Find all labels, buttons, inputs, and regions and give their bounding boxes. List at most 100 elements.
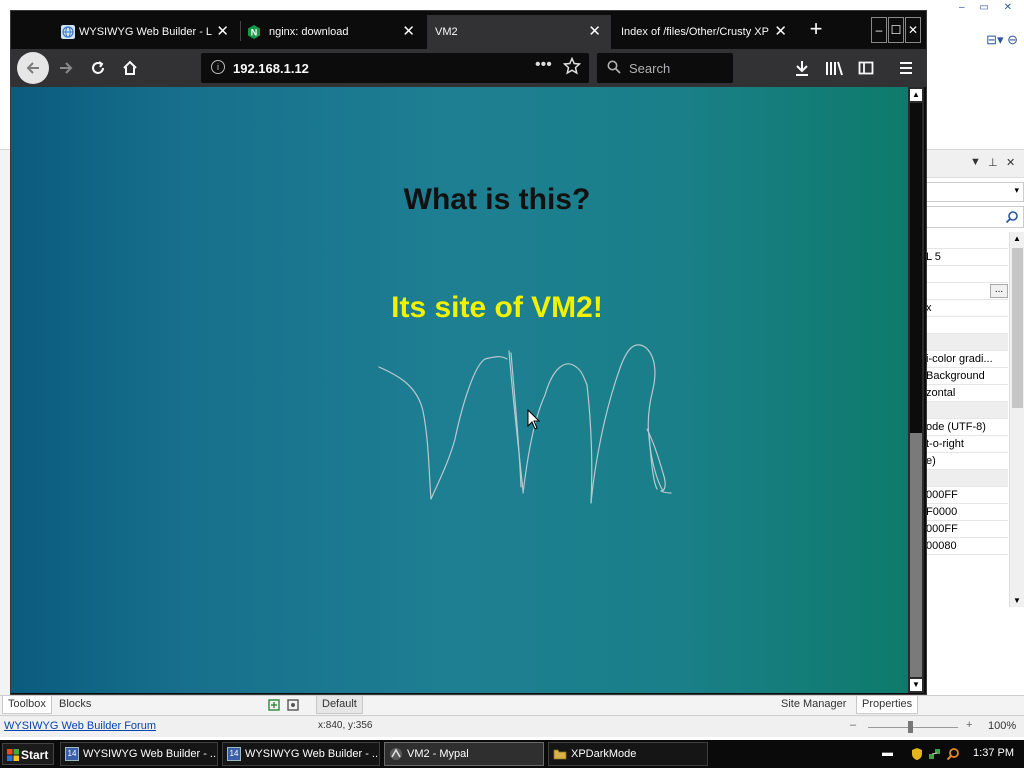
tab-site-manager[interactable]: Site Manager: [776, 696, 851, 714]
library-button[interactable]: [819, 53, 849, 83]
panel-pin-icon[interactable]: ⊥: [988, 156, 998, 169]
site-info-icon[interactable]: i: [211, 60, 225, 74]
property-row[interactable]: L 5: [926, 249, 1008, 266]
address-text[interactable]: 192.168.1.12: [233, 61, 309, 76]
nginx-icon: N: [248, 25, 260, 39]
start-button[interactable]: Start: [2, 743, 54, 765]
property-browse-button[interactable]: ...: [990, 284, 1008, 298]
tab-vm2[interactable]: VM2 ✕: [427, 15, 611, 49]
home-button[interactable]: [115, 53, 145, 83]
taskbar-item-wysiwyg-1[interactable]: 14 WYSIWYG Web Builder - ...: [60, 742, 218, 766]
properties-grid: L 5 x i-color gradi... Background zontal ode…: [926, 232, 1008, 555]
menu-button[interactable]: [891, 53, 921, 83]
hamburger-menu-icon: [900, 62, 912, 74]
property-row[interactable]: zontal: [926, 385, 1008, 402]
background-app-options-icon[interactable]: ⊟▾ ⊖: [986, 32, 1018, 48]
taskbar-item-xpdarkmode[interactable]: XPDarkMode: [548, 742, 708, 766]
properties-panel-header: ▼ ⊥ ✕: [926, 150, 1024, 178]
property-row[interactable]: ode (UTF-8): [926, 419, 1008, 436]
tab-close-icon[interactable]: ✕: [402, 15, 415, 49]
scroll-up-arrow-icon[interactable]: ▲: [910, 89, 922, 101]
panel-menu-chevron-icon[interactable]: ▼: [970, 156, 981, 168]
property-row[interactable]: [926, 232, 1008, 249]
properties-search-input[interactable]: [926, 206, 1024, 228]
maximize-button[interactable]: ☐: [888, 17, 904, 43]
tab-toolbox[interactable]: Toolbox: [2, 696, 52, 714]
new-tab-button[interactable]: +: [801, 15, 831, 45]
zoom-slider-thumb[interactable]: [908, 721, 913, 733]
property-row[interactable]: 00080: [926, 538, 1008, 555]
bookmark-star-icon[interactable]: [563, 57, 581, 75]
tab-default[interactable]: Default: [316, 696, 363, 714]
property-row[interactable]: Background: [926, 368, 1008, 385]
property-category-row[interactable]: [926, 334, 1008, 351]
scrollbar-thumb[interactable]: [1012, 248, 1023, 408]
tab-nginx-download[interactable]: N nginx: download ✕: [241, 15, 425, 49]
property-row[interactable]: x: [926, 300, 1008, 317]
property-row[interactable]: i-color gradi...: [926, 351, 1008, 368]
tab-close-icon[interactable]: ✕: [774, 15, 787, 49]
zoom-out-button[interactable]: –: [850, 719, 856, 731]
taskbar-item-wysiwyg-2[interactable]: 14 WYSIWYG Web Builder - ...: [222, 742, 380, 766]
property-row[interactable]: 000FF: [926, 521, 1008, 538]
background-app-window-controls[interactable]: – ▭ ✕: [959, 2, 1018, 13]
search-tray-icon[interactable]: [946, 747, 960, 761]
search-box[interactable]: Search: [597, 53, 733, 83]
sidebar-button[interactable]: [851, 53, 881, 83]
properties-panel: ▼ ⊥ ✕ ▾ L 5 x i-color gradi... Background z…: [926, 150, 1024, 695]
svg-text:N: N: [251, 28, 258, 38]
downloads-button[interactable]: [787, 53, 817, 83]
properties-object-select[interactable]: ▾: [926, 182, 1024, 202]
scroll-down-arrow-icon[interactable]: ▼: [910, 679, 922, 691]
address-bar[interactable]: i 192.168.1.12 •••: [201, 53, 589, 83]
page-scrollbar[interactable]: ▲ ▼: [908, 87, 924, 693]
tab-index-of-files[interactable]: Index of /files/Other/Crusty XP ✕: [613, 15, 797, 49]
globe-icon: [61, 25, 75, 39]
minimize-button[interactable]: –: [871, 17, 887, 43]
tab-blocks[interactable]: Blocks: [54, 696, 96, 714]
property-row[interactable]: F0000: [926, 504, 1008, 521]
network-icon[interactable]: [928, 747, 942, 761]
reload-icon: [92, 61, 104, 74]
mouse-cursor-icon: [527, 409, 541, 430]
property-category-row[interactable]: [926, 402, 1008, 419]
close-window-button[interactable]: ✕: [905, 17, 921, 43]
properties-scrollbar[interactable]: ▲ ▼: [1009, 232, 1024, 607]
zoom-slider-track[interactable]: [868, 727, 958, 728]
tab-close-icon[interactable]: ✕: [216, 15, 229, 49]
forum-link[interactable]: WYSIWYG Web Builder Forum: [4, 720, 156, 732]
forward-button[interactable]: [51, 53, 81, 83]
home-icon: [123, 60, 137, 75]
panel-close-icon[interactable]: ✕: [1006, 156, 1015, 169]
property-row[interactable]: [926, 317, 1008, 334]
scroll-up-arrow-icon[interactable]: ▲: [1013, 234, 1021, 243]
status-bar: WYSIWYG Web Builder Forum x:840, y:356 –…: [0, 715, 1024, 737]
page-actions-icon[interactable]: •••: [535, 56, 552, 74]
property-row[interactable]: t-o-right: [926, 436, 1008, 453]
mypal-icon: [390, 748, 402, 760]
add-page-icon[interactable]: [268, 698, 302, 712]
property-row[interactable]: 000FF: [926, 487, 1008, 504]
property-row[interactable]: e): [926, 453, 1008, 470]
tab-properties[interactable]: Properties: [856, 696, 919, 714]
keyboard-icon[interactable]: ▬: [882, 747, 896, 761]
taskbar-item-label: XPDarkMode: [571, 748, 637, 760]
scroll-down-arrow-icon[interactable]: ▼: [1013, 596, 1021, 605]
taskbar: Start 14 WYSIWYG Web Builder - ... 14 WY…: [0, 740, 1024, 768]
tab-strip: WYSIWYG Web Builder - L ✕ N nginx: downl…: [11, 11, 926, 49]
zoom-in-button[interactable]: +: [966, 719, 972, 731]
tab-close-icon[interactable]: ✕: [588, 15, 601, 49]
browser-window: WYSIWYG Web Builder - L ✕ N nginx: downl…: [10, 10, 927, 695]
taskbar-item-vm2-mypal[interactable]: VM2 - Mypal: [384, 742, 544, 766]
page-heading: What is this?: [403, 183, 591, 216]
scrollbar-thumb[interactable]: [910, 103, 922, 433]
reload-button[interactable]: [83, 53, 113, 83]
tab-wysiwyg-web-builder[interactable]: WYSIWYG Web Builder - L ✕: [55, 15, 239, 49]
scrollbar-track[interactable]: [910, 433, 922, 677]
folder-icon: [553, 749, 567, 760]
security-shield-icon[interactable]: [910, 747, 924, 761]
property-category-row[interactable]: [926, 470, 1008, 487]
property-row[interactable]: [926, 266, 1008, 283]
start-label: Start: [21, 748, 49, 762]
back-button[interactable]: [17, 52, 49, 84]
